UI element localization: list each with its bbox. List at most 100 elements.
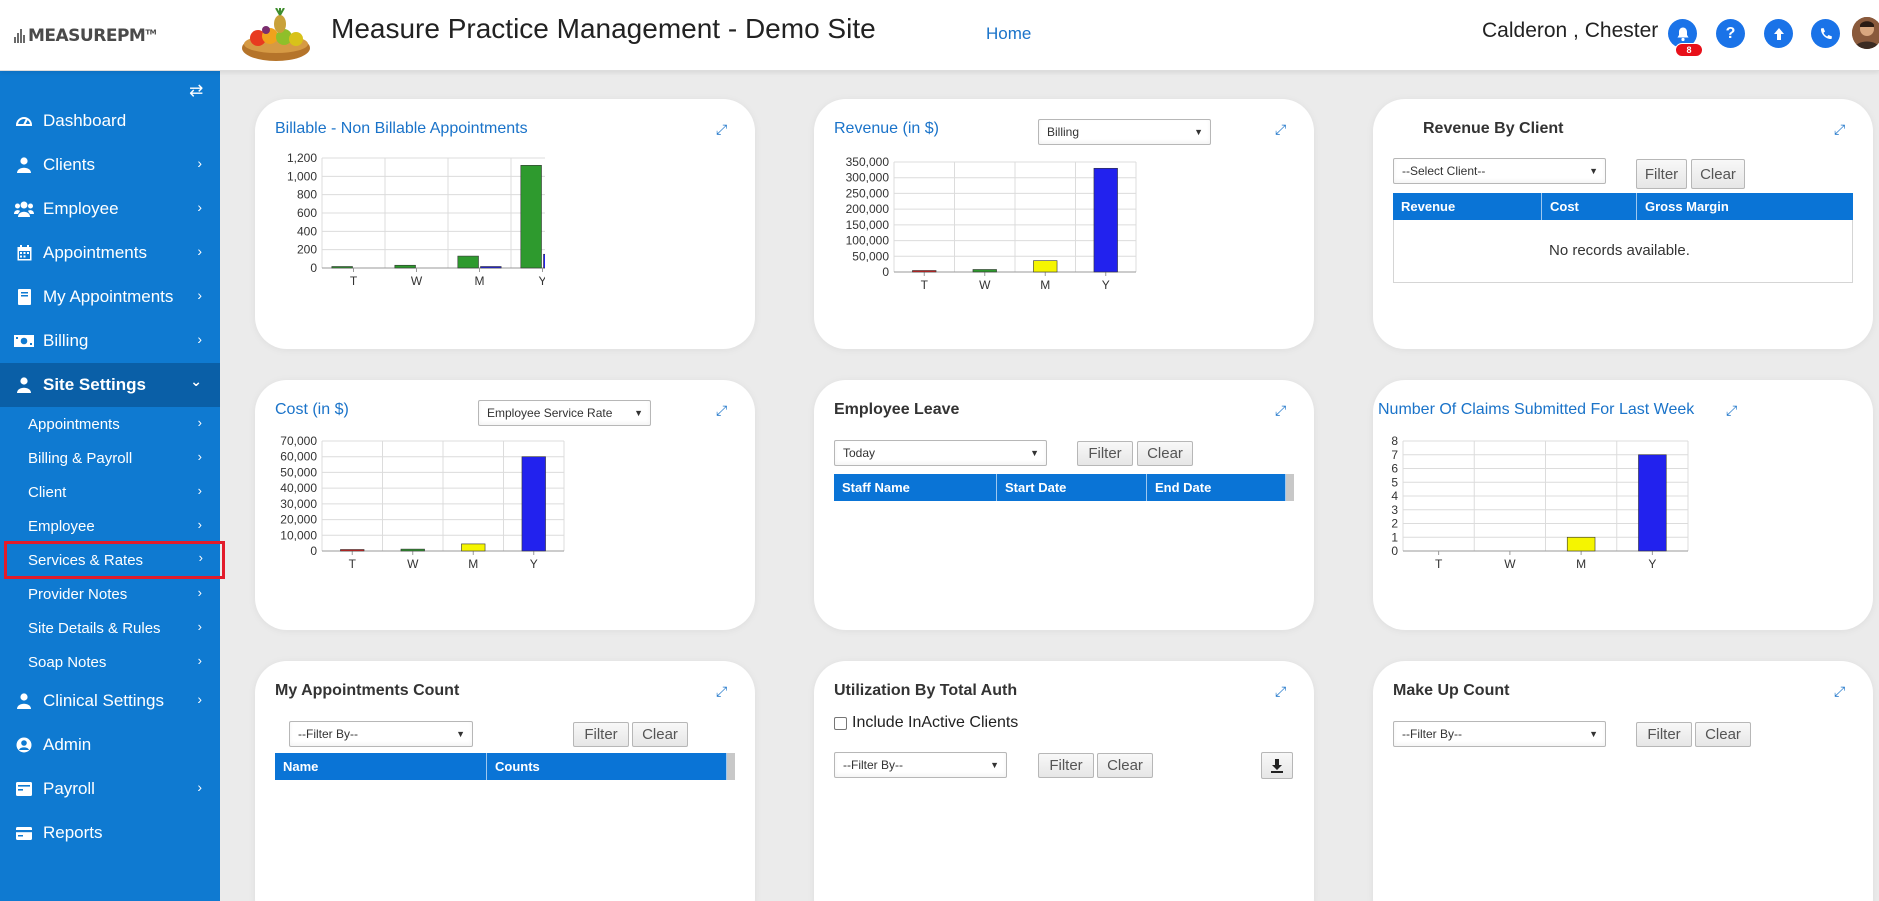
expand-icon[interactable]: ⤢: [1834, 122, 1848, 136]
sidebar-subitem-appointments[interactable]: Appointments ›: [0, 407, 220, 441]
y-tick-label: 5: [1391, 475, 1398, 489]
billable-card: Billable - Non Billable Appointments ⤢ 0…: [255, 99, 755, 349]
sidebar-subitem-soap-notes[interactable]: Soap Notes ›: [0, 645, 220, 679]
home-link[interactable]: Home: [986, 24, 1031, 44]
sidebar-item-admin[interactable]: Admin: [0, 723, 220, 767]
x-tick-label: Y: [1102, 278, 1110, 292]
column-header-name[interactable]: Name: [275, 753, 487, 780]
expand-icon[interactable]: ⤢: [716, 684, 730, 698]
money-icon: [13, 334, 35, 348]
sidebar-item-label: Payroll: [43, 779, 95, 798]
appointments-filter-select[interactable]: --Filter By-- ▼: [289, 721, 473, 747]
column-header-end-date[interactable]: End Date: [1147, 474, 1286, 501]
column-header-counts[interactable]: Counts: [487, 753, 727, 780]
chevron-right-icon: ›: [197, 653, 202, 668]
utilization-filter-select[interactable]: --Filter By-- ▼: [834, 752, 1007, 778]
x-tick-label: Y: [530, 557, 538, 571]
billable-card-title[interactable]: Billable - Non Billable Appointments: [275, 120, 528, 138]
chevron-right-icon: ›: [197, 517, 202, 532]
y-tick-label: 0: [310, 544, 317, 558]
sidebar-item-dashboard[interactable]: Dashboard: [0, 99, 220, 143]
user-name[interactable]: Calderon , Chester: [1482, 19, 1658, 43]
chart-bar: [480, 266, 502, 269]
column-header-staff-name[interactable]: Staff Name: [834, 474, 997, 501]
expand-icon[interactable]: ⤢: [1275, 403, 1289, 417]
sidebar-subitem-label: Soap Notes: [28, 653, 107, 671]
expand-icon[interactable]: ⤢: [1275, 122, 1289, 136]
sidebar-item-site-settings[interactable]: Site Settings ⌄: [0, 363, 220, 407]
sidebar-item-billing[interactable]: Billing ›: [0, 319, 220, 363]
expand-icon[interactable]: ⤢: [1275, 684, 1289, 698]
book-icon: [13, 289, 35, 305]
client-select[interactable]: --Select Client-- ▼: [1393, 158, 1606, 184]
expand-icon[interactable]: ⤢: [716, 403, 730, 417]
measurepm-logo[interactable]: MEASUREPMTM: [14, 26, 157, 46]
chevron-right-icon: ›: [197, 449, 202, 464]
phone-icon[interactable]: [1811, 19, 1840, 48]
download-icon[interactable]: [1261, 752, 1293, 779]
column-header-start-date[interactable]: Start Date: [997, 474, 1147, 501]
calendar-icon: [13, 245, 35, 261]
sidebar-item-employee[interactable]: Employee ›: [0, 187, 220, 231]
sidebar-subitem-employee[interactable]: Employee ›: [0, 509, 220, 543]
caret-down-icon: ▼: [1194, 127, 1203, 137]
cost-rate-select[interactable]: Employee Service Rate ▼: [478, 400, 651, 426]
column-header-revenue[interactable]: Revenue: [1393, 193, 1542, 220]
filter-button[interactable]: Filter: [1077, 441, 1133, 466]
clear-button[interactable]: Clear: [632, 722, 688, 747]
site-title: Measure Practice Management - Demo Site: [331, 13, 876, 44]
claims-card-title[interactable]: Number Of Claims Submitted For Last Week: [1378, 401, 1694, 419]
clear-button[interactable]: Clear: [1691, 159, 1745, 189]
sidebar-item-reports[interactable]: Reports: [0, 811, 220, 855]
grid-scrollbar[interactable]: [1286, 474, 1294, 501]
cost-card-title[interactable]: Cost (in $): [275, 401, 349, 419]
users-icon: [13, 201, 35, 217]
user-avatar[interactable]: [1852, 17, 1879, 49]
filter-button[interactable]: Filter: [1636, 159, 1687, 189]
sidebar-item-label: Billing: [43, 331, 89, 350]
revenue-type-select[interactable]: Billing ▼: [1038, 119, 1211, 145]
employee-leave-grid-header: Staff Name Start Date End Date: [834, 474, 1294, 501]
clear-button[interactable]: Clear: [1137, 441, 1193, 466]
sidebar-item-clients[interactable]: Clients ›: [0, 143, 220, 187]
chevron-right-icon: ›: [197, 779, 202, 795]
filter-button[interactable]: Filter: [1038, 753, 1094, 778]
upload-icon[interactable]: [1764, 19, 1793, 48]
grid-scrollbar[interactable]: [727, 753, 735, 780]
leave-period-select[interactable]: Today ▼: [834, 440, 1047, 466]
expand-icon[interactable]: ⤢: [716, 122, 730, 136]
clear-button[interactable]: Clear: [1695, 722, 1751, 747]
sidebar-item-label: Appointments: [43, 243, 147, 262]
sidebar-subitem-services-rates[interactable]: Services & Rates ›: [4, 541, 225, 579]
clear-button[interactable]: Clear: [1097, 753, 1153, 778]
select-value: --Select Client--: [1402, 164, 1486, 178]
chart-bar: [461, 543, 486, 552]
include-inactive-label[interactable]: Include InActive Clients: [852, 714, 1018, 732]
y-tick-label: 60,000: [280, 450, 317, 464]
sidebar-subitem-billing-payroll[interactable]: Billing & Payroll ›: [0, 441, 220, 475]
y-tick-label: 30,000: [280, 497, 317, 511]
x-tick-label: M: [1576, 557, 1586, 571]
sidebar-subitem-client[interactable]: Client ›: [0, 475, 220, 509]
caret-down-icon: ▼: [634, 408, 643, 418]
filter-button[interactable]: Filter: [573, 722, 629, 747]
makeup-filter-select[interactable]: --Filter By-- ▼: [1393, 721, 1606, 747]
sidebar-item-appointments[interactable]: Appointments ›: [0, 231, 220, 275]
column-header-cost[interactable]: Cost: [1542, 193, 1637, 220]
y-tick-label: 7: [1391, 448, 1398, 462]
sidebar-toggle-icon[interactable]: ⇄: [189, 81, 203, 101]
sidebar-subitem-site-details-rules[interactable]: Site Details & Rules ›: [0, 611, 220, 645]
include-inactive-checkbox[interactable]: [834, 717, 847, 730]
notification-badge[interactable]: 8: [1675, 43, 1703, 57]
sidebar-item-clinical-settings[interactable]: Clinical Settings ›: [0, 679, 220, 723]
expand-icon[interactable]: ⤢: [1834, 684, 1848, 698]
expand-icon[interactable]: ⤢: [1726, 403, 1740, 417]
help-icon[interactable]: ?: [1716, 19, 1745, 48]
sidebar-item-payroll[interactable]: Payroll ›: [0, 767, 220, 811]
column-header-gross-margin[interactable]: Gross Margin: [1637, 193, 1853, 220]
sidebar-item-my-appointments[interactable]: My Appointments ›: [0, 275, 220, 319]
chart-bar: [340, 549, 365, 552]
revenue-card-title[interactable]: Revenue (in $): [834, 120, 939, 138]
filter-button[interactable]: Filter: [1636, 722, 1692, 747]
sidebar-subitem-provider-notes[interactable]: Provider Notes ›: [0, 577, 220, 611]
